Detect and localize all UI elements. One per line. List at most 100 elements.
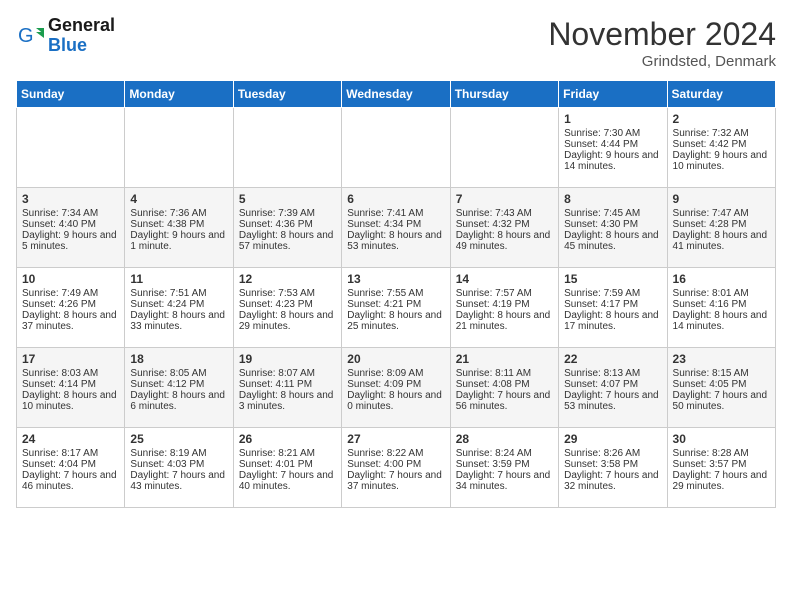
- calendar-cell: 4Sunrise: 7:36 AMSunset: 4:38 PMDaylight…: [125, 188, 233, 268]
- day-info: Sunset: 4:14 PM: [22, 379, 119, 390]
- calendar-week-row: 3Sunrise: 7:34 AMSunset: 4:40 PMDaylight…: [17, 188, 776, 268]
- calendar-cell: 15 Sunrise: 7:59 AMSunset: 4:17 PMDayligh…: [559, 268, 667, 348]
- day-number: 29: [564, 432, 661, 446]
- logo: G General Blue: [16, 16, 115, 56]
- day-info: Sunrise: 8:21 AM: [239, 448, 336, 459]
- day-info: Sunset: 4:30 PM: [564, 219, 661, 230]
- logo-text: General Blue: [48, 16, 115, 56]
- day-number: 23: [673, 352, 770, 366]
- day-number: 7: [456, 192, 553, 206]
- calendar-cell: 28Sunrise: 8:24 AMSunset: 3:59 PMDayligh…: [450, 428, 558, 508]
- day-info: Sunset: 4:44 PM: [564, 139, 661, 150]
- day-info: Sunrise: 8:03 AM: [22, 368, 119, 379]
- calendar-cell: 21Sunrise: 8:11 AMSunset: 4:08 PMDayligh…: [450, 348, 558, 428]
- day-number: 2: [673, 112, 770, 126]
- location: Grindsted, Denmark: [548, 53, 776, 70]
- day-number: 9: [673, 192, 770, 206]
- day-number: 16: [673, 272, 770, 286]
- day-info: Sunrise: 7:57 AM: [456, 288, 553, 299]
- day-info: Daylight: 7 hours and 43 minutes.: [130, 470, 227, 492]
- calendar-cell: [125, 108, 233, 188]
- day-number: 5: [239, 192, 336, 206]
- day-info: Sunset: 4:17 PM: [564, 299, 661, 310]
- day-info: Daylight: 7 hours and 53 minutes.: [564, 390, 661, 412]
- day-info: Daylight: 8 hours and 14 minutes.: [673, 310, 770, 332]
- calendar-table: SundayMondayTuesdayWednesdayThursdayFrid…: [16, 80, 776, 508]
- day-number: 20: [347, 352, 444, 366]
- day-info: Sunrise: 7:36 AM: [130, 208, 227, 219]
- calendar-cell: [17, 108, 125, 188]
- day-info: Daylight: 7 hours and 37 minutes.: [347, 470, 444, 492]
- day-info: Daylight: 9 hours and 5 minutes.: [22, 230, 119, 252]
- day-number: 10: [22, 272, 119, 286]
- day-info: Sunrise: 8:05 AM: [130, 368, 227, 379]
- day-info: Daylight: 8 hours and 0 minutes.: [347, 390, 444, 412]
- day-info: Sunrise: 8:19 AM: [130, 448, 227, 459]
- day-info: Daylight: 8 hours and 57 minutes.: [239, 230, 336, 252]
- day-info: Sunset: 3:59 PM: [456, 459, 553, 470]
- calendar-cell: 2Sunrise: 7:32 AMSunset: 4:42 PMDaylight…: [667, 108, 775, 188]
- day-info: Sunset: 4:03 PM: [130, 459, 227, 470]
- calendar-cell: 13Sunrise: 7:55 AMSunset: 4:21 PMDayligh…: [342, 268, 450, 348]
- day-number: 24: [22, 432, 119, 446]
- day-info: Sunrise: 7:53 AM: [239, 288, 336, 299]
- day-info: Sunrise: 8:17 AM: [22, 448, 119, 459]
- calendar-cell: 17Sunrise: 8:03 AMSunset: 4:14 PMDayligh…: [17, 348, 125, 428]
- title-block: November 2024 Grindsted, Denmark: [548, 16, 776, 70]
- day-number: 18: [130, 352, 227, 366]
- day-info: Sunset: 4:19 PM: [456, 299, 553, 310]
- day-info: Sunset: 3:58 PM: [564, 459, 661, 470]
- calendar-cell: 12Sunrise: 7:53 AMSunset: 4:23 PMDayligh…: [233, 268, 341, 348]
- day-of-week-header: Thursday: [450, 81, 558, 108]
- day-info: Sunrise: 8:26 AM: [564, 448, 661, 459]
- day-number: 12: [239, 272, 336, 286]
- calendar-week-row: 24 Sunrise: 8:17 AMSunset: 4:04 PM Dayligh…: [17, 428, 776, 508]
- day-of-week-header: Monday: [125, 81, 233, 108]
- day-info: Sunrise: 7:59 AM: [564, 288, 661, 299]
- day-info: Daylight: 8 hours and 49 minutes.: [456, 230, 553, 252]
- day-info: Daylight: 9 hours and 14 minutes.: [564, 150, 661, 172]
- day-number: 15: [564, 272, 661, 286]
- calendar-cell: 25Sunrise: 8:19 AMSunset: 4:03 PMDayligh…: [125, 428, 233, 508]
- day-number: 3: [22, 192, 119, 206]
- day-info: Sunrise: 7:55 AM: [347, 288, 444, 299]
- calendar-cell: 27Sunrise: 8:22 AMSunset: 4:00 PMDayligh…: [342, 428, 450, 508]
- day-info: Sunset: 4:34 PM: [347, 219, 444, 230]
- day-info: Sunset: 4:04 PM: [22, 459, 119, 470]
- day-info: Daylight: 8 hours and 53 minutes.: [347, 230, 444, 252]
- calendar-week-row: 17Sunrise: 8:03 AMSunset: 4:14 PMDayligh…: [17, 348, 776, 428]
- calendar-cell: 29Sunrise: 8:26 AMSunset: 3:58 PMDayligh…: [559, 428, 667, 508]
- day-info: Sunset: 4:26 PM: [22, 299, 119, 310]
- day-info: Daylight: 8 hours and 6 minutes.: [130, 390, 227, 412]
- day-info: Sunset: 4:05 PM: [673, 379, 770, 390]
- logo-line1: General: [48, 16, 115, 36]
- day-info: Sunset: 4:07 PM: [564, 379, 661, 390]
- day-number: 14: [456, 272, 553, 286]
- day-number: 30: [673, 432, 770, 446]
- logo-line2: Blue: [48, 36, 115, 56]
- day-info: Daylight: 8 hours and 25 minutes.: [347, 310, 444, 332]
- day-number: 28: [456, 432, 553, 446]
- day-number: 8: [564, 192, 661, 206]
- day-info: Sunset: 4:28 PM: [673, 219, 770, 230]
- day-of-week-header: Sunday: [17, 81, 125, 108]
- day-info: Sunset: 4:42 PM: [673, 139, 770, 150]
- day-info: Daylight: 8 hours and 37 minutes.: [22, 310, 119, 332]
- calendar-cell: 1Sunrise: 7:30 AMSunset: 4:44 PMDaylight…: [559, 108, 667, 188]
- calendar-cell: 20Sunrise: 8:09 AMSunset: 4:09 PMDayligh…: [342, 348, 450, 428]
- day-info: Daylight: 7 hours and 50 minutes.: [673, 390, 770, 412]
- day-info: Sunset: 4:01 PM: [239, 459, 336, 470]
- calendar-cell: 24Sunrise: 8:17 AMSunset: 4:04 PMDayligh…: [17, 428, 125, 508]
- day-of-week-header: Friday: [559, 81, 667, 108]
- day-number: 13: [347, 272, 444, 286]
- day-info: Daylight: 8 hours and 17 minutes.: [564, 310, 661, 332]
- calendar-week-row: 10Sunrise: 7:49 AMSunset: 4:26 PMDayligh…: [17, 268, 776, 348]
- day-info: Sunrise: 7:45 AM: [564, 208, 661, 219]
- day-number: 4: [130, 192, 227, 206]
- day-info: Daylight: 7 hours and 29 minutes.: [673, 470, 770, 492]
- calendar-cell: 19Sunrise: 8:07 AMSunset: 4:11 PMDayligh…: [233, 348, 341, 428]
- day-info: Daylight: 8 hours and 45 minutes.: [564, 230, 661, 252]
- day-number: 21: [456, 352, 553, 366]
- day-info: Sunset: 4:08 PM: [456, 379, 553, 390]
- day-of-week-header: Saturday: [667, 81, 775, 108]
